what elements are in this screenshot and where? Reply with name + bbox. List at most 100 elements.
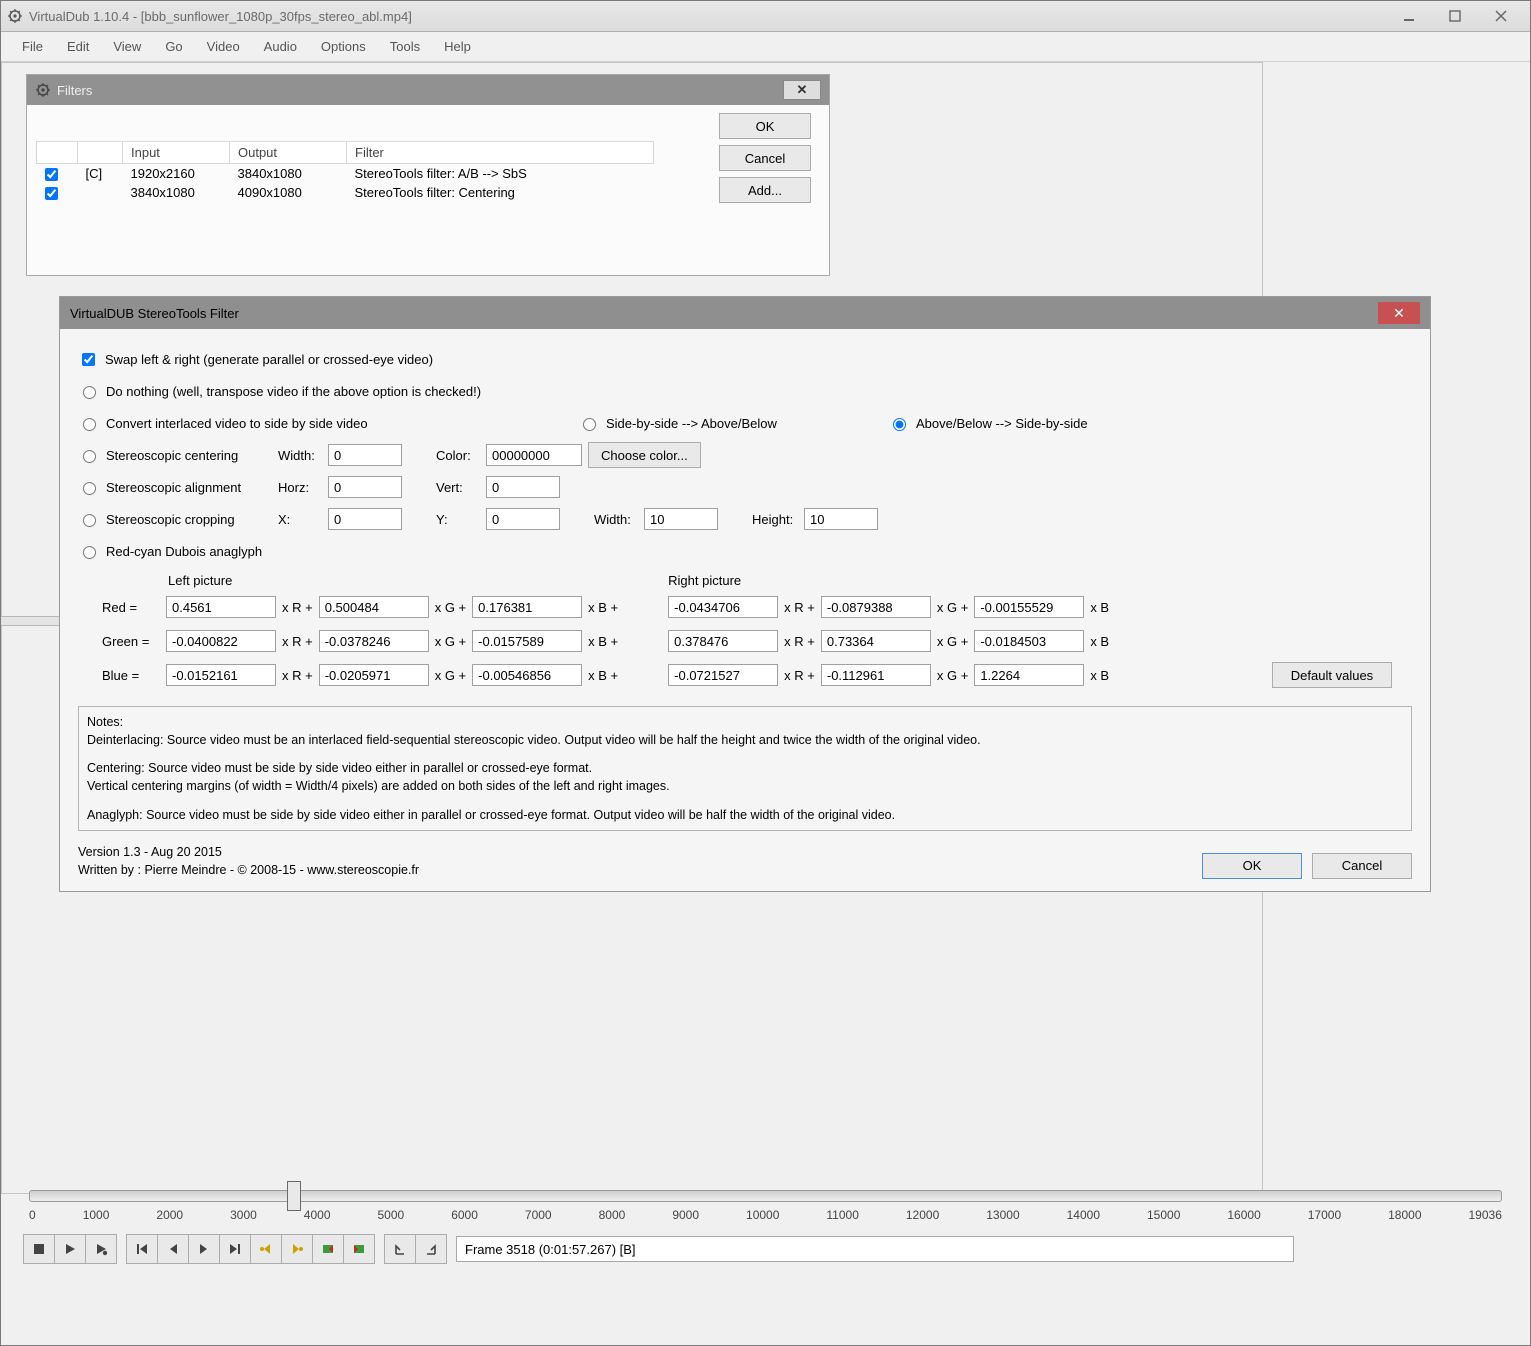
minimize-button[interactable] [1386,5,1432,27]
key-prev-button[interactable] [250,1234,282,1264]
window-title: VirtualDub 1.10.4 - [bbb_sunflower_1080p… [29,9,412,24]
stereotools-titlebar[interactable]: VirtualDUB StereoTools Filter ✕ [60,297,1430,329]
left-blue-r[interactable] [166,664,276,686]
menu-options[interactable]: Options [310,36,377,57]
menu-go[interactable]: Go [154,36,193,57]
menu-view[interactable]: View [102,36,152,57]
filters-add-button[interactable]: Add... [719,177,811,203]
radio-alignment[interactable] [83,482,96,495]
col-input[interactable]: Input [123,142,230,164]
play-input-button[interactable] [54,1234,86,1264]
menu-video[interactable]: Video [196,36,251,57]
stereo-ok-button[interactable]: OK [1202,853,1302,879]
radio-centering[interactable] [83,450,96,463]
align-vert-input[interactable] [486,476,560,498]
scene-next-button[interactable] [343,1234,375,1264]
opt-convert[interactable]: Convert interlaced video to side by side… [78,415,498,431]
notes-box: Notes: Deinterlacing: Source video must … [78,706,1412,831]
step-back-button[interactable] [157,1234,189,1264]
right-green-r[interactable] [668,630,778,652]
opt-sbs-ab[interactable]: Side-by-side --> Above/Below [578,415,818,431]
key-next-button[interactable] [281,1234,313,1264]
left-red-g[interactable] [319,596,429,618]
scene-prev-button[interactable] [312,1234,344,1264]
filters-close-button[interactable]: ✕ [783,80,821,100]
author-label: Written by : Pierre Meindre - © 2008-15 … [78,861,419,879]
left-green-b[interactable] [472,630,582,652]
opt-ab-sbs[interactable]: Above/Below --> Side-by-side [888,415,1128,431]
right-red-b[interactable] [974,596,1084,618]
centering-width-input[interactable] [328,444,402,466]
menu-audio[interactable]: Audio [253,36,308,57]
menu-help[interactable]: Help [433,36,482,57]
radio-cropping[interactable] [83,514,96,527]
right-red-g[interactable] [821,596,931,618]
radio-convert[interactable] [83,418,96,431]
menu-tools[interactable]: Tools [379,36,431,57]
step-fwd-button[interactable] [188,1234,220,1264]
stop-button[interactable] [23,1234,55,1264]
right-matrix: Right picture x R + x G + x B x R + x G … [668,573,1109,692]
opt-cropping[interactable]: Stereoscopic cropping [78,511,278,527]
radio-ab-sbs[interactable] [893,418,906,431]
left-matrix: Left picture Red = x R + x G + x B + Gre… [102,573,618,692]
table-row[interactable]: 3840x1080 4090x1080 StereoTools filter: … [37,183,654,202]
titlebar[interactable]: VirtualDub 1.10.4 - [bbb_sunflower_1080p… [1,1,1530,32]
menu-edit[interactable]: Edit [56,36,100,57]
crop-h-input[interactable] [804,508,878,530]
swap-checkbox-label[interactable]: Swap left & right (generate parallel or … [78,350,433,369]
filters-cancel-button[interactable]: Cancel [719,145,811,171]
radio-anaglyph[interactable] [83,546,96,559]
opt-alignment[interactable]: Stereoscopic alignment [78,479,278,495]
crop-w-input[interactable] [644,508,718,530]
left-blue-b[interactable] [472,664,582,686]
align-horz-input[interactable] [328,476,402,498]
mark-in-button[interactable] [384,1234,416,1264]
filters-titlebar[interactable]: Filters ✕ [27,75,829,105]
crop-x-input[interactable] [328,508,402,530]
right-blue-b[interactable] [974,664,1084,686]
filters-ok-button[interactable]: OK [719,113,811,139]
centering-color-input[interactable] [486,444,582,466]
stereotools-close-button[interactable]: ✕ [1378,302,1420,324]
filter-row-checkbox[interactable] [45,187,58,200]
mark-out-button[interactable] [415,1234,447,1264]
frame-info: Frame 3518 (0:01:57.267) [B] [456,1236,1294,1262]
radio-sbs-ab[interactable] [583,418,596,431]
stereo-cancel-button[interactable]: Cancel [1312,853,1412,879]
col-filter[interactable]: Filter [347,142,654,164]
play-output-button[interactable] [85,1234,117,1264]
right-green-b[interactable] [974,630,1084,652]
left-blue-g[interactable] [319,664,429,686]
timeline-track[interactable] [29,1190,1502,1202]
filters-table: Input Output Filter [C] 1920x2160 3840x1… [36,141,654,202]
maximize-button[interactable] [1432,5,1478,27]
radio-do-nothing[interactable] [83,386,96,399]
app-window: VirtualDub 1.10.4 - [bbb_sunflower_1080p… [0,0,1531,1346]
go-start-button[interactable] [126,1234,158,1264]
choose-color-button[interactable]: Choose color... [588,442,701,468]
opt-anaglyph[interactable]: Red-cyan Dubois anaglyph [78,543,318,559]
menu-file[interactable]: File [11,36,54,57]
version-label: Version 1.3 - Aug 20 2015 [78,843,419,861]
col-output[interactable]: Output [230,142,347,164]
opt-do-nothing[interactable]: Do nothing (well, transpose video if the… [78,383,481,399]
right-blue-r[interactable] [668,664,778,686]
right-blue-g[interactable] [821,664,931,686]
opt-centering[interactable]: Stereoscopic centering [78,447,278,463]
right-red-r[interactable] [668,596,778,618]
filter-row-checkbox[interactable] [45,168,58,181]
go-end-button[interactable] [219,1234,251,1264]
table-row[interactable]: [C] 1920x2160 3840x1080 StereoTools filt… [37,164,654,184]
timeline-handle[interactable] [287,1181,301,1211]
right-green-g[interactable] [821,630,931,652]
left-red-r[interactable] [166,596,276,618]
crop-y-input[interactable] [486,508,560,530]
left-red-b[interactable] [472,596,582,618]
swap-checkbox[interactable] [82,353,95,366]
default-values-button[interactable]: Default values [1272,662,1392,688]
filters-title: Filters [57,83,92,98]
left-green-g[interactable] [319,630,429,652]
left-green-r[interactable] [166,630,276,652]
close-button[interactable] [1478,5,1524,27]
